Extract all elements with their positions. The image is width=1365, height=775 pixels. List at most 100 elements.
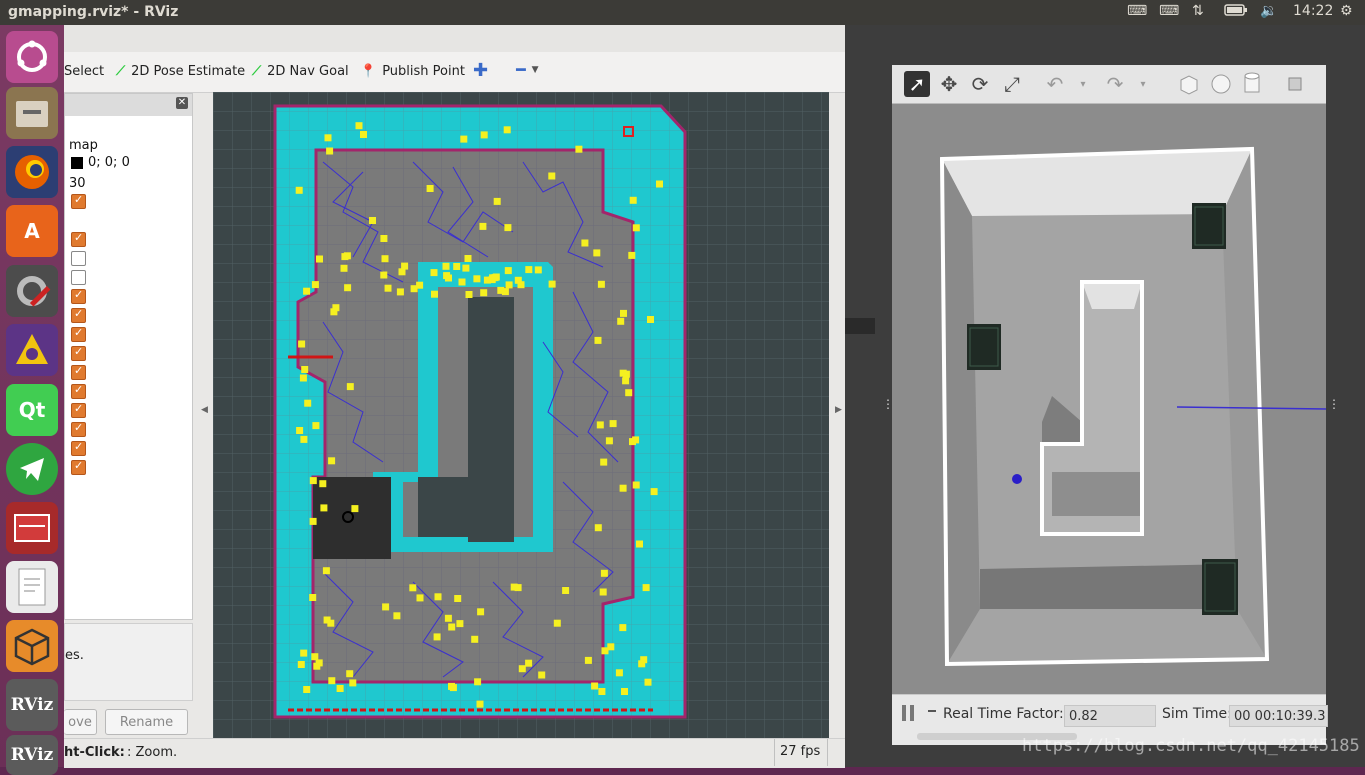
display-enable-checkbox[interactable] bbox=[71, 440, 86, 456]
display-enable-checkbox[interactable] bbox=[71, 421, 86, 437]
fps-value: 27 fps bbox=[780, 744, 821, 759]
firefox-icon[interactable] bbox=[6, 146, 58, 198]
redo-dropdown-icon[interactable]: ▾ bbox=[1130, 71, 1156, 97]
particle-marker bbox=[534, 266, 542, 274]
gazebo-title-strip bbox=[845, 25, 1365, 31]
description-text: es. bbox=[65, 648, 84, 663]
particle-marker bbox=[514, 276, 522, 284]
display-enable-checkbox[interactable] bbox=[71, 402, 86, 418]
remove-button[interactable]: ove bbox=[64, 709, 97, 735]
display-enable-checkbox[interactable] bbox=[71, 459, 86, 475]
volume-icon[interactable]: 🔉 bbox=[1260, 3, 1277, 19]
remove-tool-icon[interactable]: ━ ▼ bbox=[516, 60, 539, 79]
particle-marker bbox=[443, 272, 451, 280]
particle-marker bbox=[477, 608, 485, 616]
rviz-app-icon-2[interactable]: RViz bbox=[6, 735, 58, 775]
terminal-app-icon[interactable] bbox=[6, 502, 58, 554]
pause-icon[interactable] bbox=[910, 705, 914, 721]
cylinder-shape-icon[interactable] bbox=[1239, 71, 1265, 97]
fixed-frame-value[interactable]: map bbox=[69, 138, 98, 153]
particle-marker bbox=[471, 635, 479, 643]
particle-marker bbox=[462, 264, 470, 272]
files-icon[interactable] bbox=[6, 87, 58, 139]
ubuntu-dash-icon[interactable] bbox=[6, 31, 58, 83]
frame-rate-value[interactable]: 30 bbox=[69, 176, 86, 191]
particle-marker bbox=[453, 263, 461, 270]
display-enable-checkbox[interactable] bbox=[71, 251, 86, 266]
close-icon[interactable]: ✕ bbox=[176, 97, 188, 109]
translate-tool-icon[interactable]: ✥ bbox=[936, 71, 962, 97]
network-app-icon[interactable] bbox=[6, 324, 58, 376]
particle-marker bbox=[538, 671, 546, 679]
display-enable-checkbox[interactable] bbox=[71, 326, 86, 342]
particle-marker bbox=[497, 286, 505, 294]
settings-icon[interactable] bbox=[6, 265, 58, 317]
particle-marker bbox=[448, 623, 456, 631]
display-enable-checkbox[interactable] bbox=[71, 231, 86, 247]
nav-goal-button[interactable]: ⟋ 2D Nav Goal bbox=[252, 64, 349, 79]
publish-point-button[interactable]: 📍 Publish Point bbox=[360, 64, 465, 79]
rviz-app-icon[interactable]: RViz bbox=[6, 679, 58, 731]
particle-marker bbox=[320, 504, 328, 512]
particle-marker bbox=[656, 180, 663, 188]
keyboard-layout-icon[interactable]: ⌨ bbox=[1159, 3, 1179, 19]
rviz-window: Select ⟋ 2D Pose Estimate ⟋ 2D Nav Goal … bbox=[64, 25, 845, 768]
scale-tool-icon[interactable]: ⤢ bbox=[999, 71, 1025, 97]
occupancy-grid-map[interactable] bbox=[213, 92, 829, 738]
display-enable-checkbox[interactable] bbox=[71, 345, 86, 361]
add-tool-icon[interactable]: ✚ bbox=[473, 60, 488, 81]
chevron-down-icon[interactable]: ▼ bbox=[532, 65, 539, 75]
remove-label: ove bbox=[68, 714, 92, 730]
right-splitter-handle[interactable]: ⋮ bbox=[1328, 397, 1340, 411]
particle-marker bbox=[309, 477, 317, 485]
particle-marker bbox=[575, 145, 583, 153]
step-icon[interactable] bbox=[928, 710, 936, 712]
clock[interactable]: 14:22 bbox=[1293, 3, 1333, 19]
software-center-icon[interactable]: A bbox=[6, 205, 58, 257]
particle-marker bbox=[416, 594, 424, 602]
collapse-right-icon[interactable]: ▶ bbox=[835, 405, 842, 415]
box-shape-icon[interactable] bbox=[1176, 71, 1202, 97]
network-updown-icon[interactable]: ⇅ bbox=[1192, 3, 1204, 19]
pointer-tool-icon[interactable]: ➚ bbox=[904, 71, 930, 97]
light-icon[interactable] bbox=[1282, 71, 1308, 97]
display-enable-checkbox[interactable] bbox=[71, 193, 86, 209]
display-enable-checkbox[interactable] bbox=[71, 364, 86, 380]
particle-marker bbox=[340, 264, 348, 272]
select-tool-button[interactable]: Select bbox=[64, 64, 104, 79]
display-enable-checkbox[interactable] bbox=[71, 307, 86, 323]
text-editor-icon[interactable] bbox=[6, 561, 58, 613]
displays-panel: ✕ map 0; 0; 0 30 bbox=[64, 93, 193, 620]
green-arrow-icon: ⟋ bbox=[252, 64, 262, 79]
sphere-shape-icon[interactable] bbox=[1208, 71, 1234, 97]
gazebo-3d-scene[interactable] bbox=[892, 104, 1326, 694]
particle-marker bbox=[456, 620, 464, 628]
particle-marker bbox=[525, 659, 533, 667]
particle-marker bbox=[444, 614, 452, 622]
undo-icon[interactable]: ↶ bbox=[1042, 71, 1068, 97]
rviz-3d-view[interactable] bbox=[213, 92, 829, 738]
redo-icon[interactable]: ↷ bbox=[1102, 71, 1128, 97]
rviz-label-2: RViz bbox=[10, 745, 54, 765]
particle-marker bbox=[316, 255, 323, 263]
sim-time-label: Sim Time: bbox=[1162, 706, 1232, 722]
pose-estimate-button[interactable]: ⟋ 2D Pose Estimate bbox=[116, 64, 245, 79]
display-enable-checkbox[interactable] bbox=[71, 270, 86, 285]
collapse-left-icon[interactable]: ◀ bbox=[201, 405, 208, 415]
pause-icon-bar1[interactable] bbox=[902, 705, 906, 721]
rviz-box-icon[interactable] bbox=[6, 620, 58, 672]
gazebo-toolbar: ➚ ✥ ⟳ ⤢ ↶ ▾ ↷ ▾ bbox=[892, 65, 1326, 104]
background-color-swatch[interactable] bbox=[71, 157, 83, 169]
keyboard-icon[interactable]: ⌨ bbox=[1127, 3, 1147, 19]
qt-creator-icon[interactable]: Qt bbox=[6, 384, 58, 436]
telegram-icon[interactable] bbox=[6, 443, 58, 495]
undo-dropdown-icon[interactable]: ▾ bbox=[1070, 71, 1096, 97]
gear-icon[interactable]: ⚙ bbox=[1340, 3, 1353, 19]
display-enable-checkbox[interactable] bbox=[71, 383, 86, 399]
particle-marker bbox=[584, 656, 592, 664]
background-color-value[interactable]: 0; 0; 0 bbox=[88, 155, 130, 170]
rotate-tool-icon[interactable]: ⟳ bbox=[967, 71, 993, 97]
rename-button[interactable]: Rename bbox=[105, 709, 188, 735]
display-enable-checkbox[interactable] bbox=[71, 288, 86, 304]
battery-icon[interactable] bbox=[1224, 3, 1248, 21]
